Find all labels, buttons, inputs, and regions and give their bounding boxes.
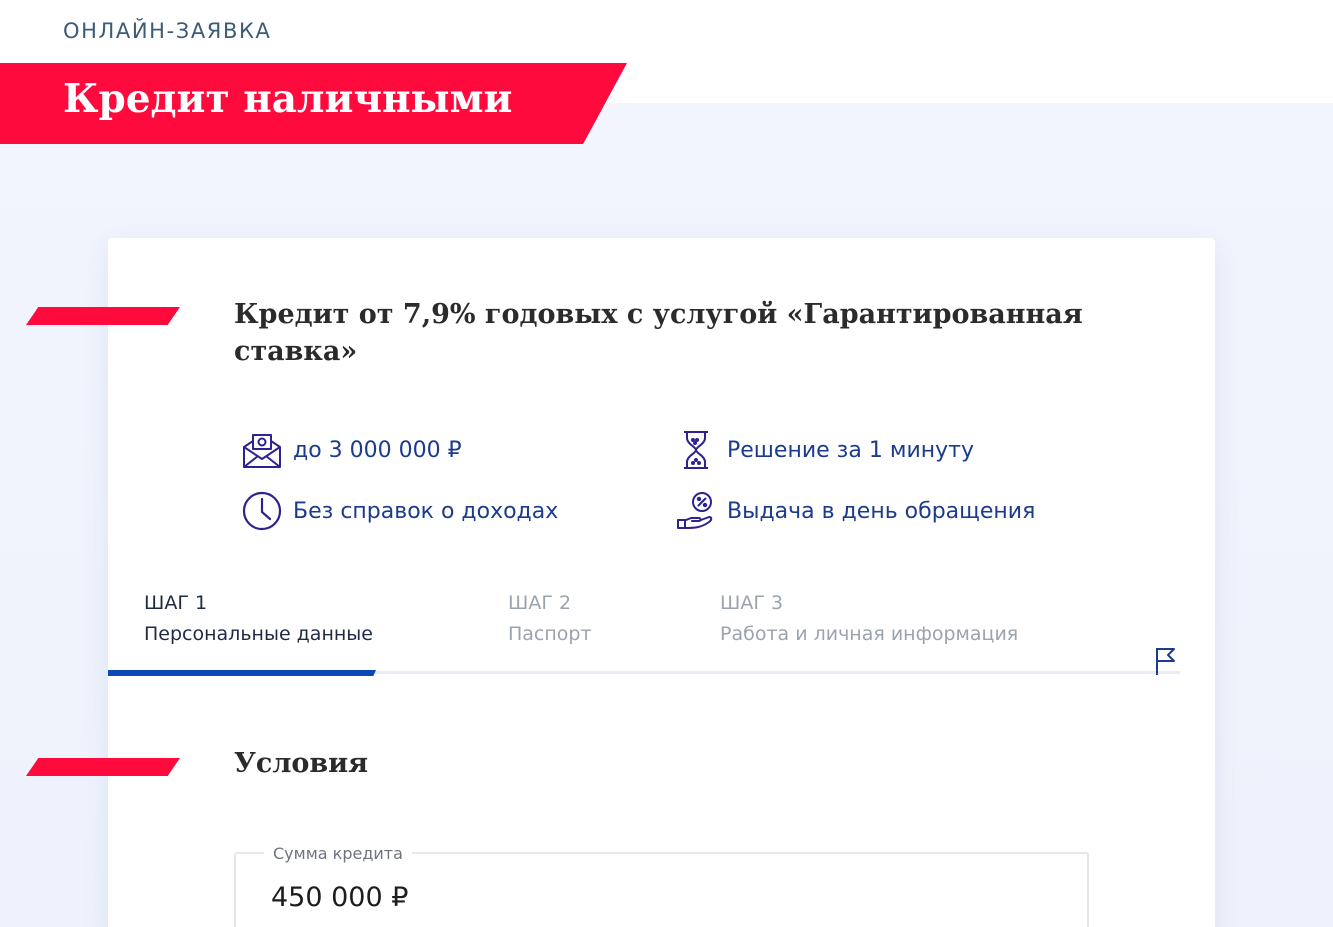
clock-icon — [240, 489, 284, 533]
feature-max-amount: до 3 000 000 ₽ — [240, 428, 462, 472]
feature-text: Без справок о доходах — [293, 498, 559, 524]
progress-fill — [108, 670, 376, 676]
loan-amount-input[interactable] — [271, 882, 871, 913]
hand-percent-icon — [674, 489, 718, 533]
step-1[interactable]: ШАГ 1 Персональные данные — [144, 590, 373, 652]
feature-text: Выдача в день обращения — [727, 498, 1036, 524]
flag-icon — [1155, 646, 1177, 680]
hourglass-icon — [674, 428, 718, 472]
step-label: Персональные данные — [144, 623, 373, 645]
section-accent-stripe — [26, 758, 180, 776]
step-label: Паспорт — [508, 623, 592, 645]
step-number: ШАГ 2 — [508, 592, 572, 614]
feature-text: Решение за 1 минуту — [727, 437, 974, 463]
conditions-heading: Условия — [234, 748, 369, 779]
step-label: Работа и личная информация — [720, 623, 1019, 645]
step-2[interactable]: ШАГ 2 Паспорт — [508, 590, 592, 652]
steps-indicator: ШАГ 1 Персональные данные ШАГ 2 Паспорт … — [108, 590, 1180, 678]
page: ОНЛАЙН-ЗАЯВКА Кредит наличными Кредит от… — [0, 0, 1333, 927]
loan-amount-field[interactable]: Сумма кредита — [234, 844, 1089, 927]
feature-text: до 3 000 000 ₽ — [293, 437, 462, 463]
step-number: ШАГ 3 — [720, 592, 784, 614]
step-3[interactable]: ШАГ 3 Работа и личная информация — [720, 590, 1018, 652]
page-title: Кредит наличными — [63, 76, 513, 122]
section-accent-stripe — [26, 307, 180, 325]
step-number: ШАГ 1 — [144, 592, 208, 614]
offer-heading: Кредит от 7,9% годовых с услугой «Гарант… — [234, 299, 1083, 367]
feature-same-day-payout: Выдача в день обращения — [674, 489, 1035, 533]
breadcrumb: ОНЛАЙН-ЗАЯВКА — [63, 19, 272, 43]
feature-decision-time: Решение за 1 минуту — [674, 428, 974, 472]
feature-no-income-proof: Без справок о доходах — [240, 489, 558, 533]
loan-amount-label: Сумма кредита — [264, 844, 412, 863]
envelope-money-icon — [240, 428, 284, 472]
